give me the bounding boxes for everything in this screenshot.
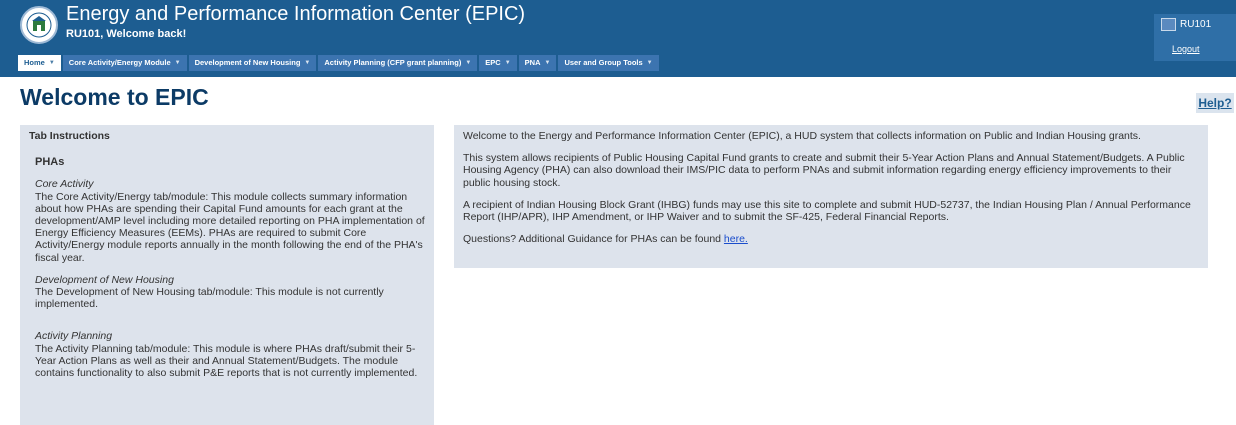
section-activity-planning: Activity Planning The Activity Planning … [35,330,425,379]
tab-label: EPC [485,58,501,67]
tab-instructions-panel: Tab Instructions PHAs Core Activity The … [20,125,434,425]
user-panel: RU101 Logout [1154,14,1236,61]
chevron-down-icon: ▼ [304,60,311,66]
hud-logo-icon [20,6,58,44]
ihbg-paragraph: A recipient of Indian Housing Block Gran… [463,198,1191,224]
chevron-down-icon: ▼ [48,60,55,66]
chevron-down-icon: ▼ [504,60,511,66]
tab-epc[interactable]: EPC ▼ [479,55,517,71]
tab-label: Home [24,58,45,67]
tab-label: Core Activity/Energy Module [68,58,171,67]
section-body: The Core Activity/Energy tab/module: Thi… [35,190,425,264]
welcome-message: RU101, Welcome back! [66,28,187,40]
chevron-down-icon: ▼ [544,60,551,66]
section-title: Development of New Housing [35,273,174,286]
section-body: The Activity Planning tab/module: This m… [35,342,418,380]
chevron-down-icon: ▼ [174,60,181,66]
tab-development-new-housing[interactable]: Development of New Housing ▼ [188,55,317,71]
capital-fund-paragraph: This system allows recipients of Public … [463,152,1185,189]
chevron-down-icon: ▼ [646,60,653,66]
tab-home[interactable]: Home ▼ [18,55,61,71]
tab-core-activity[interactable]: Core Activity/Energy Module ▼ [62,55,187,71]
chevron-down-icon: ▼ [465,60,472,66]
tab-activity-planning[interactable]: Activity Planning (CFP grant planning) ▼ [318,55,478,71]
tab-label: Development of New Housing [194,58,301,67]
section-title: Activity Planning [35,330,113,343]
panel-heading: Tab Instructions [29,130,110,142]
tab-label: Activity Planning (CFP grant planning) [324,58,462,67]
section-body: The Development of New Housing tab/modul… [35,286,384,311]
page-title: Welcome to EPIC [20,84,209,110]
tab-pna[interactable]: PNA ▼ [518,55,557,71]
tab-user-group-tools[interactable]: User and Group Tools ▼ [558,55,659,71]
welcome-paragraph: Welcome to the Energy and Performance In… [463,130,1141,142]
section-development: Development of New Housing The Developme… [35,274,425,311]
tab-label: PNA [524,58,541,67]
user-menu[interactable]: RU101 [1161,18,1211,31]
logout-link[interactable]: Logout [1172,44,1200,54]
pha-heading: PHAs [35,156,65,169]
tab-label: User and Group Tools [564,58,643,67]
user-name: RU101 [1180,19,1212,30]
section-title: Core Activity [35,178,94,191]
questions-paragraph: Questions? Additional Guidance for PHAs … [463,233,1199,245]
app-header: Energy and Performance Information Cente… [0,0,1236,77]
guidance-link[interactable]: here. [724,233,748,245]
main-nav: Home ▼ Core Activity/Energy Module ▼ Dev… [18,55,659,71]
app-title: Energy and Performance Information Cente… [66,3,526,25]
welcome-panel: Welcome to the Energy and Performance In… [454,125,1208,268]
questions-text: Questions? Additional Guidance for PHAs … [463,233,721,246]
help-link[interactable]: Help? [1196,93,1234,113]
section-core-activity: Core Activity The Core Activity/Energy t… [35,178,425,263]
avatar [1161,18,1176,31]
